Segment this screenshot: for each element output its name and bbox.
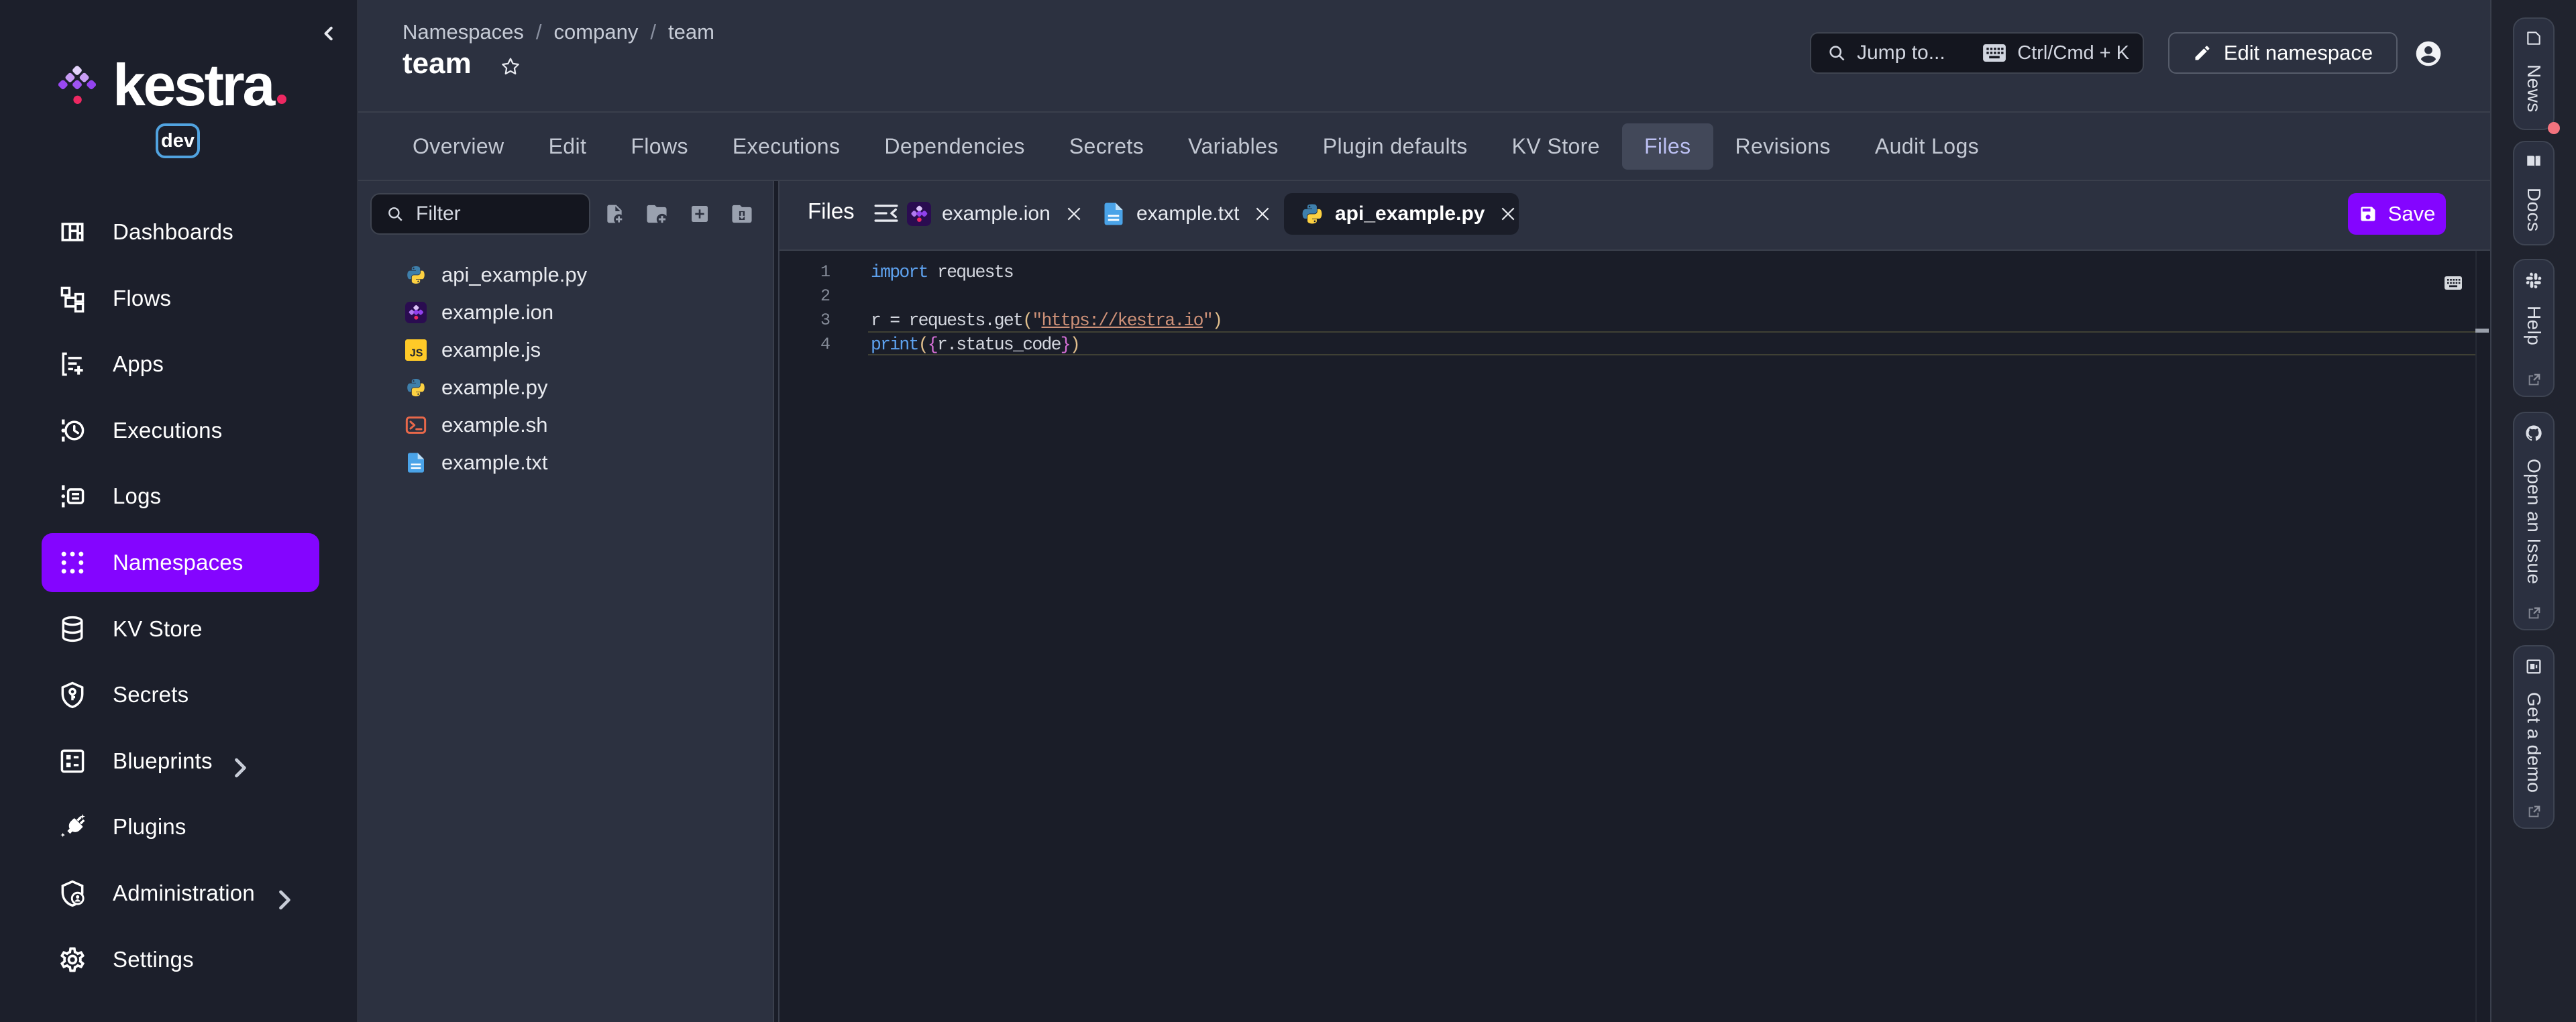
- svg-text:JS: JS: [410, 347, 423, 359]
